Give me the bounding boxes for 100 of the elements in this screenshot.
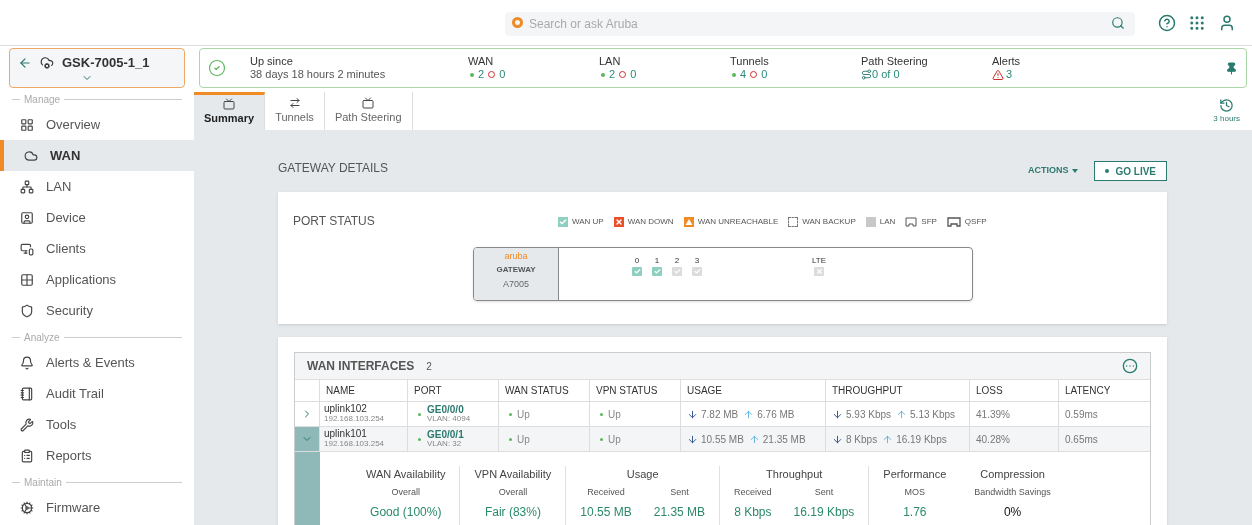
apps-grid-icon[interactable] — [1188, 13, 1206, 32]
column-header: PORT — [408, 380, 499, 401]
sidebar-item[interactable]: LAN — [0, 171, 194, 202]
detail-value: 16.19 Kbps — [793, 504, 855, 521]
detail-title: WAN Availability — [366, 467, 446, 482]
port-number: 2 — [674, 256, 680, 265]
logo-icon — [512, 16, 523, 28]
vlan-label: VLAN: 32 — [427, 439, 463, 448]
metric-value: 0 of 0 — [872, 68, 900, 81]
sidebar-item[interactable]: Applications — [0, 264, 194, 295]
section-label: Maintain — [24, 475, 62, 490]
column-header: WAN STATUS — [499, 380, 590, 401]
metric-label: WAN — [468, 55, 495, 68]
more-icon[interactable] — [1122, 358, 1138, 374]
port-number: 3 — [694, 256, 700, 265]
caret-icon — [1072, 169, 1079, 173]
go-live-button[interactable]: GO LIVE — [1094, 161, 1167, 181]
sidebar-item[interactable]: Audit Trail — [0, 378, 194, 409]
port-number: LTE — [812, 256, 827, 265]
download-arrow-icon — [832, 433, 843, 445]
actions-button[interactable]: ACTIONS — [1027, 164, 1079, 178]
back-icon[interactable] — [18, 55, 32, 70]
detail-value: 8 Kbps — [734, 504, 772, 521]
table-cell-text: 5.13 Kbps — [910, 407, 956, 422]
device-selector[interactable]: GSK-7005-1_1 — [9, 48, 185, 88]
upload-arrow-icon — [748, 433, 760, 445]
gear-icon — [20, 500, 34, 515]
device-icon — [20, 210, 34, 225]
sidebar-item[interactable]: Firmware — [0, 492, 194, 523]
table-row[interactable]: uplink102 192.168.103.254 GE0/0/0 VLAN: 4094 Up Up 7.82 MB 6.76 MB 5.93 Kbps 5.13 Kbps 41.39% 0.59ms — [295, 402, 1150, 427]
column-header: USAGE — [681, 380, 826, 401]
down-count: 0 — [761, 68, 768, 81]
shield-icon — [20, 303, 34, 318]
user-icon[interactable] — [1218, 13, 1236, 32]
network-icon — [20, 179, 34, 194]
search-icon[interactable] — [1111, 15, 1125, 30]
sidebar-item[interactable]: WAN — [0, 140, 194, 171]
history-icon — [1219, 97, 1235, 113]
help-icon[interactable] — [1158, 13, 1176, 32]
table-cell-text: Up — [608, 407, 621, 422]
time-range-button[interactable]: 3 hours — [1213, 97, 1240, 125]
sidebar-item[interactable]: Tools — [0, 409, 194, 440]
wrench-icon — [20, 417, 34, 432]
card-title: WAN INTERFACES — [307, 358, 415, 375]
table-cell-text: 7.82 MB — [701, 407, 739, 422]
detail-label: Received — [587, 485, 625, 499]
detail-label: Bandwidth Savings — [974, 485, 1051, 499]
table-row[interactable]: uplink101 192.168.103.254 GE0/0/1 VLAN: 32 Up Up 10.55 MB 21.35 MB 8 Kbps 16.19 Kbps 40.28% 0.65ms — [295, 427, 1150, 452]
download-arrow-icon — [832, 408, 843, 420]
detail-value: Good (100%) — [370, 504, 442, 521]
detail-title: VPN Availability — [474, 467, 552, 482]
table-cell-text: 5.93 Kbps — [846, 407, 892, 422]
detail-value: 0% — [1003, 504, 1022, 521]
section-label: Manage — [24, 92, 61, 107]
section-title: GATEWAY DETAILS — [278, 160, 389, 177]
sidebar-item[interactable]: Overview — [0, 109, 194, 140]
detail-label: Sent — [814, 485, 834, 499]
cloud-gear-icon — [40, 55, 54, 70]
port-link[interactable]: GE0/0/1 — [427, 430, 464, 439]
sidebar-item[interactable]: Device — [0, 202, 194, 233]
bell-icon — [20, 355, 34, 370]
table-cell-text: 21.35 MB — [762, 432, 806, 447]
legend-swatch-icon — [788, 217, 799, 227]
port-link[interactable]: GE0/0/0 — [427, 405, 471, 414]
detail-title: Throughput — [766, 467, 823, 482]
detail-label: Overall — [391, 485, 420, 499]
expand-toggle[interactable] — [295, 427, 320, 451]
sidebar-item[interactable]: Alerts & Events — [0, 347, 194, 378]
vlan-label: VLAN: 4094 — [427, 414, 471, 423]
pin-icon[interactable] — [1225, 61, 1238, 75]
device-name: GSK-7005-1_1 — [62, 54, 150, 72]
column-header: LATENCY — [1064, 384, 1112, 398]
model-name: A7005 — [503, 278, 529, 291]
legend-swatch-icon — [613, 217, 624, 227]
metric-label: Path Steering — [861, 55, 929, 68]
search-field[interactable]: Search or ask Aruba — [505, 11, 1135, 36]
legend-swatch-icon — [683, 217, 694, 227]
model-type: GATEWAY — [496, 264, 536, 276]
sidebar-item[interactable]: Reports — [0, 440, 194, 471]
metric-label: Alerts — [992, 55, 1022, 68]
ip-address: 192.168.103.254 — [324, 414, 386, 424]
sidebar-item[interactable]: Clients — [0, 233, 194, 264]
legend-label: WAN BACKUP — [802, 216, 856, 228]
grid-icon — [20, 117, 34, 132]
cloud-icon — [24, 148, 38, 163]
column-header: NAME — [320, 380, 408, 401]
detail-title: Performance — [883, 467, 947, 482]
arrows-icon — [288, 96, 301, 109]
metric-value: 3 — [1006, 68, 1013, 81]
brand-logo: aruba — [504, 251, 528, 261]
table-cell-text: 8 Kbps — [846, 432, 878, 447]
qsfp-icon — [946, 217, 961, 227]
download-arrow-icon — [687, 433, 698, 445]
detail-label: Overall — [498, 485, 528, 499]
tab[interactable]: Summary — [194, 92, 266, 130]
up-count: 2 — [478, 68, 485, 81]
download-arrow-icon — [687, 408, 698, 420]
sidebar-item[interactable]: Security — [0, 295, 194, 326]
legend-label: QSFP — [964, 216, 987, 228]
legend-label: WAN UNREACHABLE — [697, 216, 779, 228]
